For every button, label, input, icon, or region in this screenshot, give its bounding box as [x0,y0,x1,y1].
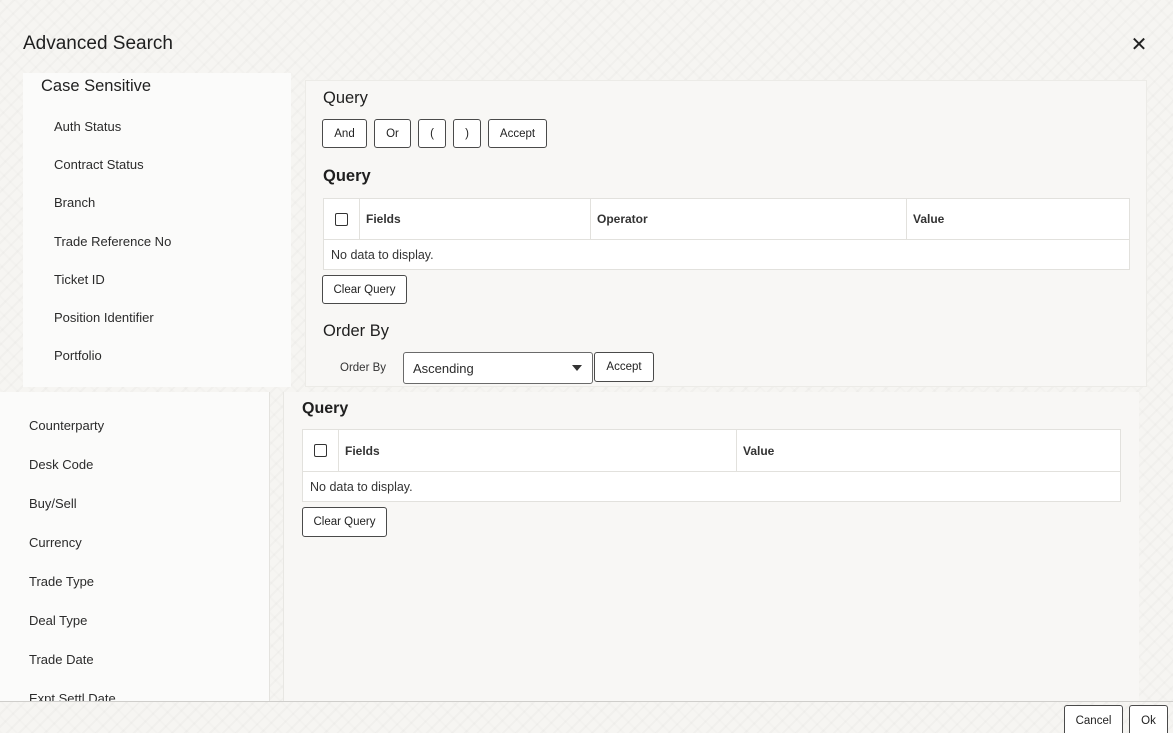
clear-query-button[interactable]: Clear Query [302,507,387,537]
ok-button[interactable]: Ok [1129,705,1168,733]
field-item-desk-code[interactable]: Desk Code [0,445,269,484]
field-item-trade-type[interactable]: Trade Type [0,562,269,601]
field-item-expt-settl-date[interactable]: Expt Settl Date [0,679,269,701]
and-button[interactable]: And [322,119,367,148]
column-header-fields: Fields [360,199,591,239]
close-icon[interactable]: ✕ [1128,33,1150,56]
clear-query-button[interactable]: Clear Query [322,275,407,304]
order-by-label: Order By [340,362,387,374]
order-by-title: Order By [323,322,390,340]
field-item-position-identifier[interactable]: Position Identifier [23,298,291,336]
field-item-trade-reference-no[interactable]: Trade Reference No [23,222,291,260]
query-title: Query [323,89,368,107]
or-button[interactable]: Or [374,119,411,148]
field-item-currency[interactable]: Currency [0,523,269,562]
field-item-ticket-id[interactable]: Ticket ID [23,260,291,298]
chevron-down-icon [572,365,582,371]
column-header-value: Value [743,443,775,458]
field-item-deal-type[interactable]: Deal Type [0,601,269,640]
query-table: Fields Operator Value No data to display… [323,198,1130,270]
back-query-title: Query [302,400,349,417]
empty-message: No data to display. [331,247,434,262]
select-all-checkbox[interactable] [303,430,339,471]
column-header-operator: Operator [591,199,907,239]
case-sensitive-panel: Case Sensitive Auth Status Contract Stat… [23,73,291,387]
back-field-list: Counterparty Desk Code Buy/Sell Currency… [0,392,270,701]
case-sensitive-title: Case Sensitive [41,77,152,95]
field-item-buy-sell[interactable]: Buy/Sell [0,484,269,523]
cancel-button[interactable]: Cancel [1064,705,1123,733]
dialog-footer: Cancel Ok [0,701,1173,733]
field-item-branch[interactable]: Branch [23,184,291,222]
back-query-table: Fields Value No data to display. [302,429,1121,502]
field-item-trade-date[interactable]: Trade Date [0,640,269,679]
order-by-select[interactable]: Ascending [403,352,593,384]
back-query-panel: Query Fields Value No data to display. C… [283,392,1139,701]
field-item-counterparty[interactable]: Counterparty [0,406,269,445]
column-header-value: Value [913,212,945,226]
order-by-value: Ascending [413,360,474,376]
select-all-checkbox[interactable] [324,199,360,239]
field-item-portfolio[interactable]: Portfolio [23,337,291,375]
close-paren-button[interactable]: ) [453,119,481,148]
field-item-auth-status[interactable]: Auth Status [23,107,291,145]
query-panel: Query And Or ( ) Accept Query Fields Ope… [305,80,1147,387]
dialog-title: Advanced Search [23,33,173,54]
open-paren-button[interactable]: ( [418,119,446,148]
empty-message: No data to display. [310,479,413,494]
order-accept-button[interactable]: Accept [594,352,654,382]
query-table-title: Query [323,167,371,185]
field-item-contract-status[interactable]: Contract Status [23,145,291,183]
column-header-fields: Fields [339,430,737,471]
accept-button[interactable]: Accept [488,119,547,148]
